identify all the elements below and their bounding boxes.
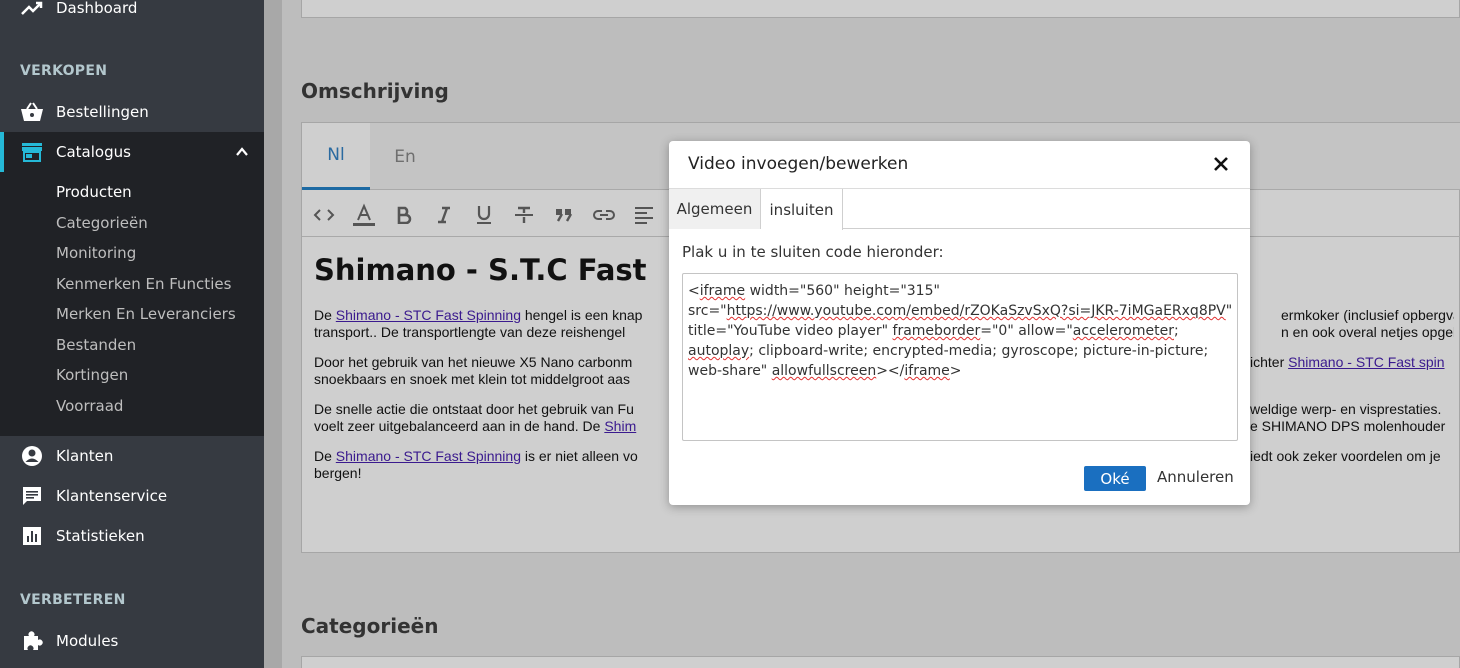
text: bergen!: [314, 465, 362, 481]
product-link[interactable]: Shim: [604, 418, 636, 434]
submenu-item-brands[interactable]: Merken En Leveranciers: [56, 305, 236, 323]
bold-icon[interactable]: [392, 203, 416, 227]
cancel-button[interactable]: Annuleren: [1157, 468, 1234, 486]
text: ermkoker (inclusief opbergvak: [1281, 307, 1454, 323]
text: snoekbaars en snoek met klein tot middel…: [314, 371, 630, 387]
text: e SHIMANO DPS molenhouder: [1250, 418, 1446, 434]
description-title: Omschrijving: [301, 79, 449, 103]
product-link[interactable]: Shimano - STC Fast Spinning: [336, 448, 521, 464]
sidebar-item-dashboard[interactable]: Dashboard: [0, 0, 264, 28]
text: hengel is een knap: [521, 307, 643, 323]
code-text: allowfullscreen: [771, 363, 877, 379]
text: transport.. De transportlengte van deze …: [314, 324, 626, 340]
code-text: ></: [876, 363, 905, 379]
submenu-item-files[interactable]: Bestanden: [56, 336, 136, 354]
code-text: iframe: [904, 363, 950, 379]
submenu-item-categories[interactable]: Categorieën: [56, 214, 148, 232]
sidebar-item-modules[interactable]: Modules: [0, 621, 264, 661]
sidebar-item-customer-service[interactable]: Klantenservice: [0, 476, 264, 516]
product-link[interactable]: Shimano - STC Fast Spinning: [336, 307, 521, 323]
sidebar-item-catalog[interactable]: Catalogus: [0, 132, 264, 172]
categories-title: Categorieën: [301, 614, 439, 638]
submenu-item-discounts[interactable]: Kortingen: [56, 366, 128, 384]
tab-nl[interactable]: Nl: [302, 123, 370, 190]
text: De snelle actie die ontstaat door het ge…: [314, 401, 634, 417]
code-text: <: [688, 283, 700, 299]
text-color-icon[interactable]: [352, 203, 376, 227]
code-icon[interactable]: [312, 203, 336, 227]
chat-icon: [20, 484, 44, 508]
sidebar-item-label: Dashboard: [56, 0, 138, 17]
sidebar-item-customers[interactable]: Klanten: [0, 436, 264, 476]
basket-icon: [20, 100, 44, 124]
code-text: ": [1225, 303, 1233, 319]
text: ichter: [1250, 354, 1289, 370]
quote-icon[interactable]: [552, 203, 576, 227]
text: Door het gebruik van het nieuwe X5 Nano …: [314, 354, 633, 370]
sidebar-section-sell: VERKOPEN: [20, 63, 108, 79]
tab-general[interactable]: Algemeen: [669, 189, 761, 229]
strikethrough-icon[interactable]: [512, 203, 536, 227]
submenu-item-features[interactable]: Kenmerken En Functies: [56, 275, 231, 293]
bar-chart-icon: [20, 524, 44, 548]
chevron-up-icon: [234, 144, 250, 164]
sidebar-item-label: Bestellingen: [56, 103, 149, 121]
puzzle-icon: [20, 629, 44, 653]
code-text: web-share": [688, 363, 772, 379]
italic-icon[interactable]: [432, 203, 456, 227]
embed-code-textarea[interactable]: <iframe width="560" height="315" src="ht…: [682, 273, 1238, 441]
code-text: iframe: [699, 283, 746, 299]
text: voelt zeer uitgebalanceerd aan in de han…: [314, 418, 605, 434]
tab-en[interactable]: En: [370, 123, 440, 190]
sidebar-item-label: Catalogus: [56, 143, 131, 161]
product-link[interactable]: Shimano - STC Fast spin: [1288, 354, 1444, 370]
code-text: ="0" allow=": [980, 323, 1073, 339]
sidebar-item-label: Modules: [56, 632, 119, 650]
code-text: accelerometer: [1072, 323, 1174, 339]
text: n en ook overal netjes opgebo: [1281, 324, 1454, 340]
embed-label: Plak u in te sluiten code hieronder:: [682, 243, 944, 261]
code-text: autoplay: [688, 343, 750, 359]
code-text: https://www.youtube.com/embed/rZOKaSzvSx…: [726, 303, 1226, 319]
sidebar-item-label: Statistieken: [56, 527, 145, 545]
code-text: title="YouTube video player": [688, 323, 893, 339]
sidebar-item-label: Klanten: [56, 447, 114, 465]
sidebar-item-orders[interactable]: Bestellingen: [0, 92, 264, 132]
text: De: [314, 307, 336, 323]
code-text: ;: [1173, 323, 1179, 339]
gutter: [264, 0, 282, 668]
video-dialog: Video invoegen/bewerken Algemeen insluit…: [669, 141, 1250, 505]
trending-up-icon: [20, 0, 44, 20]
code-text: src=": [688, 303, 727, 319]
code-text: >: [949, 363, 962, 379]
sidebar-item-stats[interactable]: Statistieken: [0, 516, 264, 556]
user-circle-icon: [20, 444, 44, 468]
sidebar-section-improve: VERBETEREN: [20, 592, 126, 608]
categories-card: [301, 656, 1460, 668]
code-text: ; clipboard-write; encrypted-media; gyro…: [749, 343, 1209, 359]
code-text: width="560" height="315": [745, 283, 940, 299]
underline-icon[interactable]: [472, 203, 496, 227]
close-icon[interactable]: [1210, 153, 1232, 175]
sidebar: Dashboard VERKOPEN Bestellingen Catalogu…: [0, 0, 264, 668]
dialog-title: Video invoegen/bewerken: [688, 154, 909, 174]
text: De: [314, 448, 336, 464]
align-left-icon[interactable]: [632, 203, 656, 227]
text: is er niet alleen vo: [521, 448, 638, 464]
submenu-item-stock[interactable]: Voorraad: [56, 397, 123, 415]
submenu-item-products[interactable]: Producten: [56, 183, 132, 201]
sidebar-item-label: Klantenservice: [56, 487, 168, 505]
catalog-submenu: Producten Categorieën Monitoring Kenmerk…: [0, 172, 264, 436]
submenu-item-monitoring[interactable]: Monitoring: [56, 244, 136, 262]
tab-embed[interactable]: insluiten: [761, 189, 843, 230]
text: iedt ook zeker voordelen om je: [1250, 448, 1441, 464]
text: weldige werp- en visprestaties.: [1250, 401, 1442, 417]
store-icon: [20, 140, 44, 164]
dialog-tabs: Algemeen insluiten: [669, 188, 1250, 230]
code-text: frameborder: [892, 323, 981, 339]
ok-button[interactable]: Oké: [1084, 466, 1146, 491]
previous-card: [301, 0, 1460, 18]
link-icon[interactable]: [592, 203, 616, 227]
